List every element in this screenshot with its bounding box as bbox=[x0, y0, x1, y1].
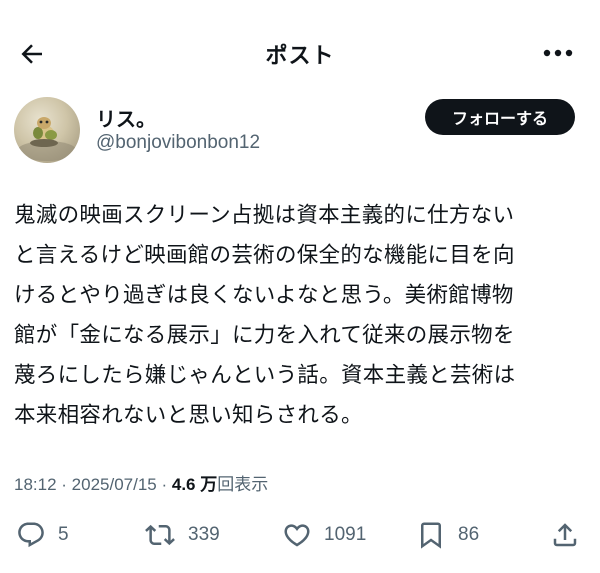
like-count: 1091 bbox=[324, 524, 367, 545]
page-title: ポスト bbox=[265, 44, 335, 69]
bookmark-count: 86 bbox=[458, 524, 480, 545]
tweet-metadata: 18:12 · 2025/07/15 · 4.6 万回表示 bbox=[14, 470, 268, 495]
tweet-line: 館が「金になる展示」に力を入れて従来の展示物を bbox=[14, 323, 515, 348]
tweet-line: 本来相容れないと思い知らされる。 bbox=[14, 403, 363, 428]
top-bar: ポスト bbox=[0, 0, 600, 100]
tweet-line: けるとやり過ぎは良くないよなと思う。美術館博物 bbox=[14, 283, 514, 308]
share-icon bbox=[550, 520, 580, 550]
views-count[interactable]: 4.6 万 bbox=[172, 475, 217, 494]
post-time[interactable]: 18:12 bbox=[14, 475, 57, 494]
reply-count: 5 bbox=[58, 524, 69, 545]
author-handle[interactable]: @bonjovibonbon12 bbox=[96, 132, 260, 154]
repost-count: 339 bbox=[188, 524, 220, 545]
tweet-line: 鬼滅の映画スクリーン占拠は資本主義的に仕方ない bbox=[14, 203, 515, 228]
tweet-line: 蔑ろにしたら嫌じゃんという話。資本主義と芸術は bbox=[14, 363, 516, 388]
heart-icon bbox=[282, 520, 312, 550]
author-display-name[interactable]: リス。 bbox=[96, 103, 156, 132]
tweet-text: 鬼滅の映画スクリーン占拠は資本主義的に仕方ない と言えるけど映画館の芸術の保全的… bbox=[14, 196, 586, 436]
bookmark-button[interactable]: 86 bbox=[416, 513, 479, 557]
like-button[interactable]: 1091 bbox=[282, 513, 366, 557]
post-date[interactable]: 2025/07/15 bbox=[72, 475, 157, 494]
meta-separator: · bbox=[56, 475, 72, 494]
meta-separator: · bbox=[156, 475, 172, 494]
tweet-line: と言えるけど映画館の芸術の保全的な機能に目を向 bbox=[14, 243, 515, 268]
reply-button[interactable]: 5 bbox=[16, 513, 69, 557]
avatar-image bbox=[17, 117, 77, 161]
share-button[interactable] bbox=[550, 513, 580, 557]
avatar[interactable] bbox=[14, 97, 80, 163]
bookmark-icon bbox=[416, 520, 446, 550]
repost-button[interactable]: 339 bbox=[144, 513, 220, 557]
reply-icon bbox=[16, 520, 46, 550]
repost-icon bbox=[144, 520, 176, 550]
views-label[interactable]: 回表示 bbox=[217, 475, 268, 494]
action-bar: 5 339 1091 86 bbox=[0, 513, 600, 557]
follow-button[interactable]: フォローする bbox=[425, 99, 575, 135]
more-dots-icon bbox=[542, 48, 574, 58]
more-options-button[interactable] bbox=[538, 38, 578, 68]
